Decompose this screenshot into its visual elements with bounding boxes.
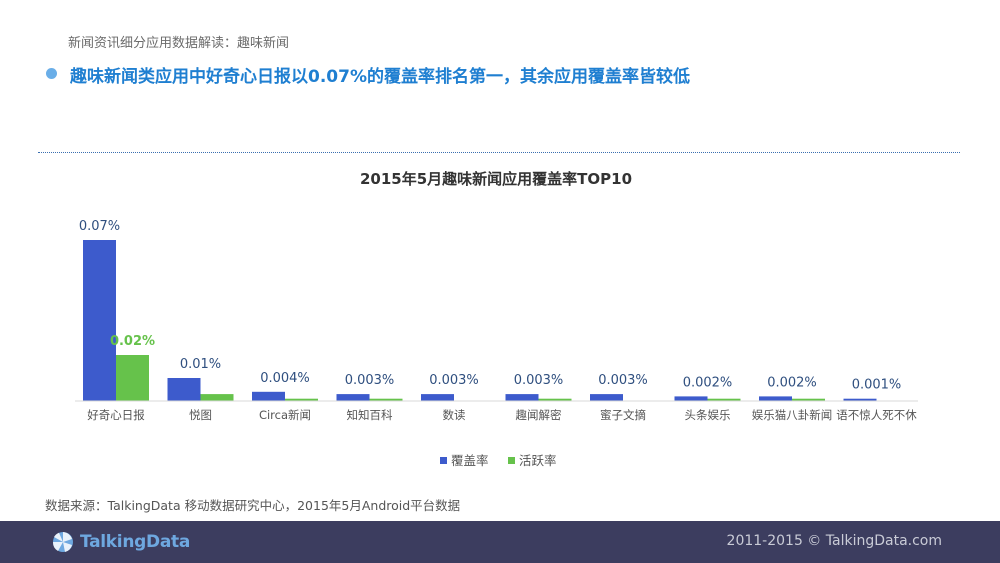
category-label: 数读 (443, 408, 466, 422)
data-label: 0.01% (180, 357, 221, 372)
legend-swatch (508, 457, 515, 464)
bullet-dot-icon (46, 68, 57, 79)
breadcrumb: 新闻资讯细分应用数据解读：趣味新闻 (68, 36, 290, 51)
bars-group: 0.07% 0.02% 好奇心日报 0.01% 悦图 0.004% Circa新闻 0.003… (79, 219, 917, 422)
bar-coverage (505, 394, 539, 401)
data-label: 0.003% (598, 373, 648, 388)
bar-activity (116, 355, 149, 401)
bar-coverage (674, 396, 708, 401)
legend-swatch (440, 457, 447, 464)
logo-text: TalkingData (80, 532, 190, 552)
data-label: 0.07% (79, 219, 120, 234)
category-label: 好奇心日报 (87, 408, 145, 422)
category-label: 知知百科 (347, 408, 393, 422)
legend-label: 覆盖率 (451, 453, 489, 468)
bar-coverage (759, 396, 792, 401)
talkingdata-logo[interactable]: TalkingData (52, 530, 190, 554)
bar-coverage (590, 394, 623, 401)
dotted-divider (38, 152, 960, 153)
copyright-text: 2011-2015 © TalkingData.com (726, 533, 942, 549)
category-label: 蜜子文摘 (600, 408, 646, 422)
data-label: 0.001% (852, 378, 902, 393)
page-headline: 趣味新闻类应用中好奇心日报以0.07%的覆盖率排名第一，其余应用覆盖率皆较低 (70, 67, 690, 87)
bar-coverage (421, 394, 454, 401)
data-label: 0.003% (345, 373, 395, 388)
bar-coverage (252, 391, 285, 401)
source-note: 数据来源：TalkingData 移动数据研究中心，2015年5月Android… (45, 498, 461, 513)
data-label: 0.02% (110, 334, 155, 349)
bar-coverage (167, 378, 201, 401)
legend-label: 活跃率 (519, 453, 557, 468)
category-label: 趣闻解密 (516, 408, 562, 422)
coverage-bar-chart: 2015年5月趣味新闻应用覆盖率TOP10 0.07%0.02%好奇心日报0.0… (75, 170, 918, 468)
data-label: 0.002% (767, 375, 817, 390)
data-label: 0.004% (260, 371, 310, 386)
bar-coverage (83, 240, 116, 401)
category-label: 悦图 (189, 408, 212, 422)
data-label: 0.003% (429, 373, 479, 388)
data-label: 0.003% (514, 373, 564, 388)
legend: 覆盖率 活跃率 (440, 453, 557, 468)
footer-bar: TalkingData 2011-2015 © TalkingData.com (0, 521, 1000, 563)
pinwheel-logo-icon (52, 532, 73, 552)
bar-activity (200, 394, 234, 401)
category-label: 娱乐猫八卦新闻 (752, 408, 833, 422)
category-label: 头条娱乐 (685, 408, 731, 422)
bar-coverage (336, 394, 370, 401)
category-label: Circa新闻 (259, 408, 311, 422)
chart-title: 2015年5月趣味新闻应用覆盖率TOP10 (360, 170, 632, 188)
data-label: 0.002% (683, 375, 733, 390)
category-label: 语不惊人死不休 (836, 408, 917, 422)
